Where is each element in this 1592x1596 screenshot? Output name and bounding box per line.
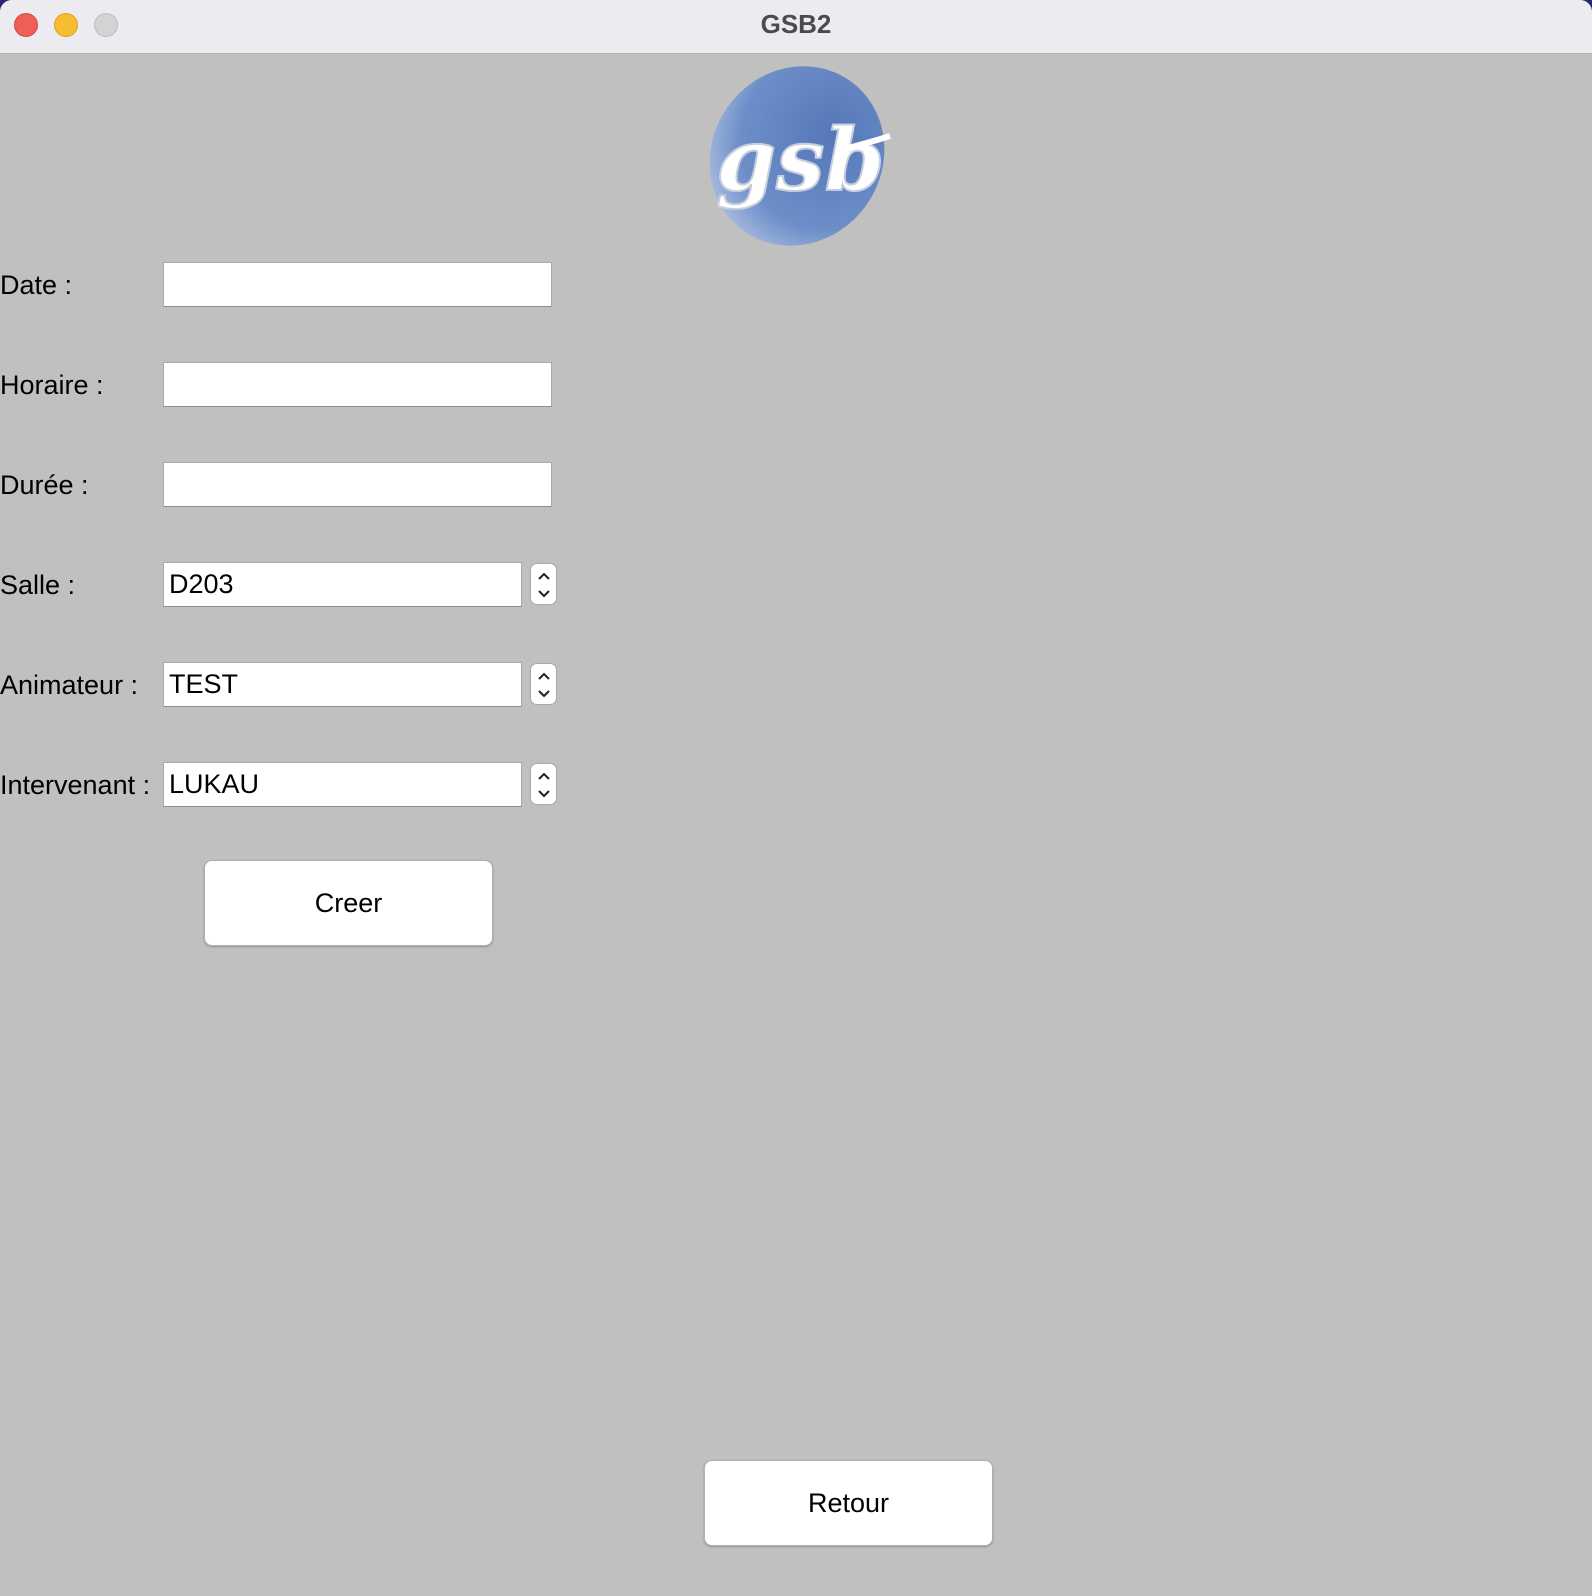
gsb-logo: gsb	[709, 66, 891, 246]
date-label: Date :	[0, 270, 73, 300]
intervenant-dropdown-stepper[interactable]	[530, 763, 557, 805]
animateur-label: Animateur :	[0, 670, 139, 700]
salle-select[interactable]: D203	[163, 562, 522, 607]
horaire-label: Horaire :	[0, 370, 104, 400]
duree-label: Durée :	[0, 470, 89, 500]
date-field[interactable]	[163, 262, 552, 307]
title-bar: GSB2	[0, 0, 1592, 54]
window-title: GSB2	[760, 9, 832, 39]
salle-dropdown-stepper[interactable]	[530, 563, 557, 605]
duree-field[interactable]	[163, 462, 552, 507]
intervenant-label: Intervenant :	[0, 770, 151, 800]
app-window: GSB2 gsb Date : Horaire : Durée : Salle …	[0, 0, 1592, 1596]
chevron-up-down-icon	[538, 772, 550, 798]
chevron-up-down-icon	[538, 672, 550, 698]
retour-button[interactable]: Retour	[704, 1460, 993, 1546]
chevron-up-down-icon	[538, 572, 550, 598]
animateur-dropdown-stepper[interactable]	[530, 663, 557, 705]
logo-text: gsb	[716, 110, 885, 211]
intervenant-select[interactable]: LUKAU	[163, 762, 522, 807]
salle-label: Salle :	[0, 570, 76, 600]
creer-button[interactable]: Creer	[204, 860, 493, 946]
animateur-select[interactable]: TEST	[163, 662, 522, 707]
horaire-field[interactable]	[163, 362, 552, 407]
